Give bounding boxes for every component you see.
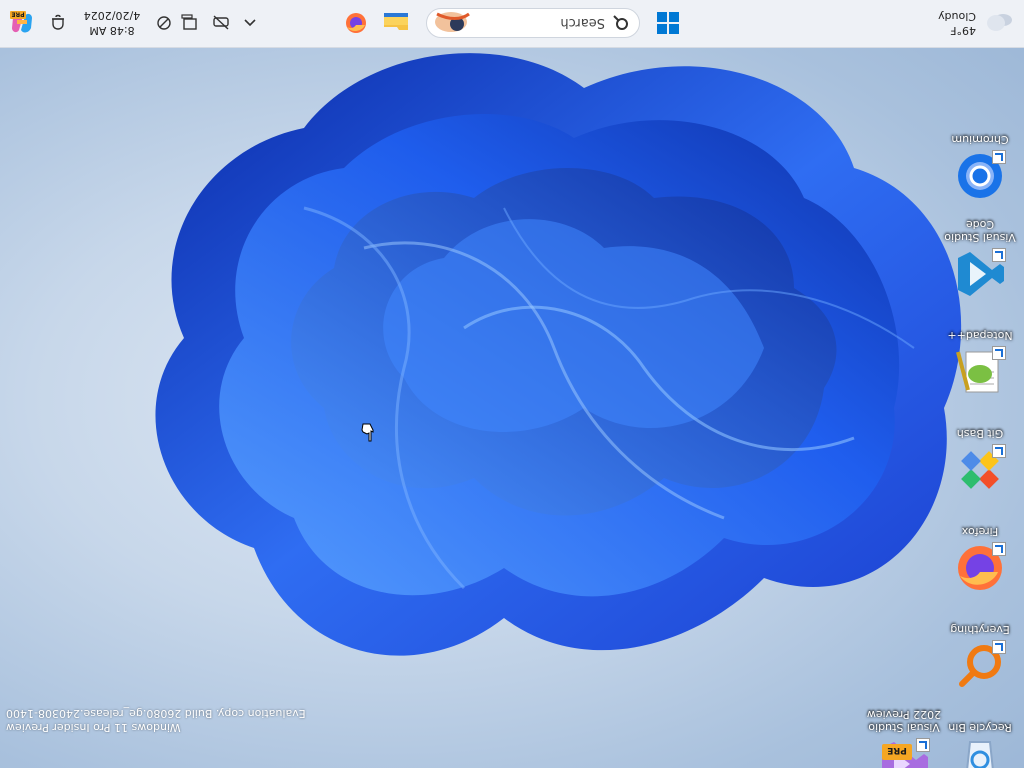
shortcut-arrow-icon [992,640,1006,654]
desktop-icon-label: Visual Studio 2022 Preview [866,708,942,734]
firefox-icon [954,542,1006,594]
notifications-button[interactable] [46,0,70,47]
weather-condition: Cloudy [938,10,976,23]
desktop-icon-label: Git Bash [956,427,1004,440]
desktop-icon-everything[interactable]: Everything [942,606,1018,698]
chromium-icon [954,150,1006,202]
taskbar: 49°F Cloudy Search 8:48 AM 4/20/2024 PRE [0,0,1024,48]
shortcut-arrow-icon [992,542,1006,556]
everything-icon [954,640,1006,692]
shortcut-arrow-icon [992,150,1006,164]
clock-time: 8:48 AM [89,24,135,37]
desktop-icon-chromium[interactable]: Chromium [942,116,1018,208]
shortcut-arrow-icon [916,738,930,752]
desktop-icon-visual-studio-preview[interactable]: PRE Visual Studio 2022 Preview [866,704,942,768]
copilot-icon: PRE [10,11,32,33]
windows-logo-icon [657,12,679,34]
desktop-icon-git-bash[interactable]: Git Bash [942,410,1018,502]
wallpaper-bloom [155,53,962,656]
visual-studio-preview-icon: PRE [878,738,930,768]
firefox-taskbar-button[interactable] [338,0,374,47]
build-watermark: Windows 11 Pro Insider Preview Evaluatio… [6,706,306,734]
shortcut-arrow-icon [992,248,1006,262]
hand-cursor-icon [361,423,374,442]
pen-icon [157,16,171,30]
search-icon [613,15,628,30]
git-bash-icon [954,444,1006,496]
desktop-icon-vscode[interactable]: Visual Studio Code [942,214,1018,306]
svg-text:PRE: PRE [887,745,907,755]
desktop-icon-label: Visual Studio Code [944,218,1016,244]
desktop-icon-firefox[interactable]: Firefox [942,508,1018,600]
shortcut-arrow-icon [992,444,1006,458]
desktop-icon-label: Notepad++ [947,329,1013,342]
pen-menu-button[interactable] [152,0,176,47]
file-explorer-button[interactable] [378,0,414,47]
network-status-button[interactable] [208,0,234,47]
folder-icon [384,13,408,30]
desktop-icon-label: Chromium [951,133,1009,146]
vscode-icon [954,248,1006,300]
shortcut-arrow-icon [992,346,1006,360]
search-placeholder: Search [560,15,605,31]
weather-widget[interactable]: 49°F Cloudy [894,0,1014,47]
copilot-button[interactable]: PRE [4,0,40,47]
notepadpp-icon [954,346,1006,398]
desktop-icon-label: Firefox [961,525,999,538]
desktop-icon-label: Recycle Bin [948,721,1012,734]
taskbar-search[interactable]: Search [424,0,642,47]
desktop-screen: Chromium Visual Studio Code Notepad++ Gi… [0,0,1024,768]
weather-temperature: 49°F [950,24,976,37]
search-box[interactable]: Search [426,8,640,38]
watermark-line: Evaluation copy. Build 26080.ge_release.… [6,707,306,720]
search-highlight-icon [435,12,470,32]
desktop-icon-label: Everything [950,623,1010,636]
clock-date: 4/20/2024 [83,9,141,22]
display-icon [181,14,197,30]
desktop-icon-notepadpp[interactable]: Notepad++ [942,312,1018,404]
watermark-line: Windows 11 Pro Insider Preview [6,721,181,734]
bell-icon [52,14,64,30]
display-button[interactable] [176,0,202,47]
firefox-icon [346,13,366,33]
clock-button[interactable]: 8:48 AM 4/20/2024 [70,0,154,47]
chevron-up-icon [244,19,256,27]
start-button[interactable] [650,0,686,47]
cloudy-icon [984,13,1014,33]
desktop-icon-recycle-bin[interactable]: Recycle Bin [942,704,1018,768]
svg-text:PRE: PRE [11,11,24,18]
network-disconnected-icon [213,15,229,30]
recycle-bin-icon [954,738,1006,768]
show-hidden-icons-button[interactable] [238,0,262,47]
